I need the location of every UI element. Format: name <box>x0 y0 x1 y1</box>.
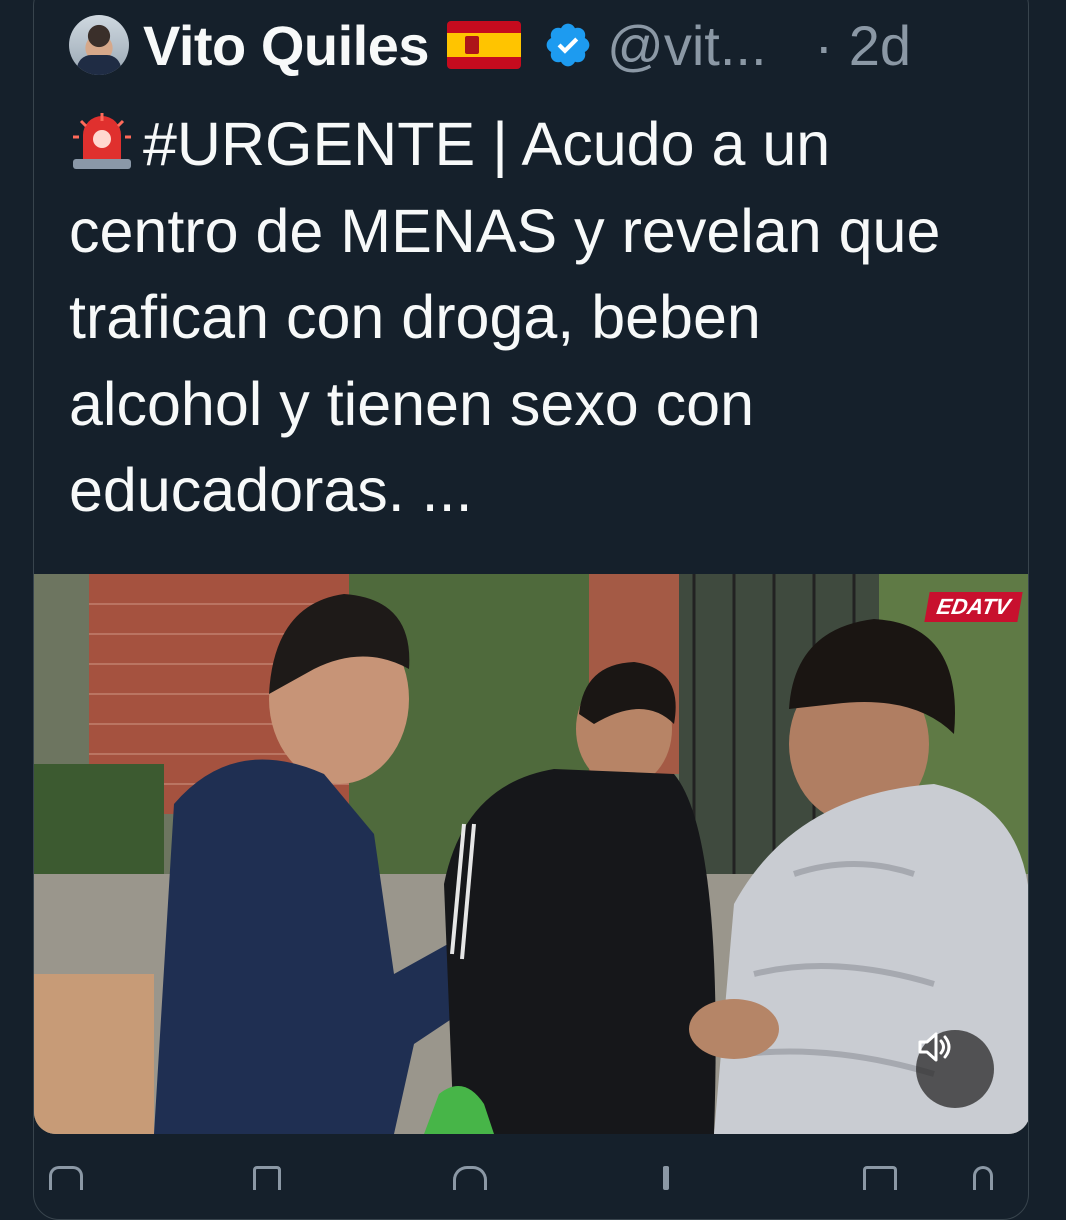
author-handle[interactable]: @vit... <box>607 13 767 78</box>
tweet-header: Vito Quiles @vit... · 2d <box>69 13 1009 77</box>
mute-button[interactable] <box>916 1030 994 1108</box>
tweet-text: #URGENTE | Acudo a un centro de MENAS y … <box>69 101 1009 534</box>
author-avatar[interactable] <box>69 15 129 75</box>
reply-icon[interactable] <box>49 1166 83 1190</box>
like-icon[interactable] <box>453 1166 487 1190</box>
tweet-card[interactable]: Vito Quiles @vit... · 2d #URGENTE | Acud… <box>33 0 1029 1220</box>
police-siren-icon <box>73 113 131 169</box>
bookmark-icon[interactable] <box>863 1166 897 1190</box>
spain-flag-icon <box>446 21 521 69</box>
share-icon[interactable] <box>973 1166 993 1190</box>
tweet-video[interactable]: EDATV <box>34 574 1028 1134</box>
volume-muted-icon <box>918 1032 951 1062</box>
views-icon[interactable] <box>663 1166 669 1190</box>
tweet-actions-bar <box>33 1160 1029 1190</box>
tweet-timestamp[interactable]: · 2d <box>815 13 912 78</box>
tweet-text-line1: #URGENTE | Acudo a un <box>143 110 831 178</box>
retweet-icon[interactable] <box>253 1166 281 1190</box>
edatv-watermark: EDATV <box>924 592 1023 622</box>
verified-badge-icon <box>546 23 590 67</box>
video-frame <box>34 574 1028 1134</box>
author-name[interactable]: Vito Quiles <box>143 13 429 78</box>
tweet-text-body: centro de MENAS y revelan que trafican c… <box>69 196 941 525</box>
